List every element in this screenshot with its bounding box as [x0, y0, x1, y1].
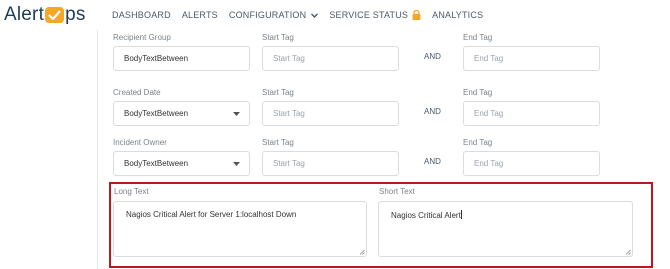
created-date-label: Created Date [113, 88, 161, 97]
main-nav: DASHBOARD ALERTS CONFIGURATION SERVICE S… [112, 0, 494, 30]
incident-owner-value: BodyTextBetween [124, 159, 189, 168]
long-text-textarea[interactable]: Nagios Critical Alert for Server 1:local… [113, 201, 367, 257]
incident-owner-end-tag-input[interactable]: End Tag [463, 151, 600, 176]
caret-down-icon [233, 112, 240, 116]
logo-text-alert: Alert [4, 4, 45, 25]
lock-icon [412, 10, 421, 20]
long-text-label: Long Text [114, 187, 149, 196]
short-text-textarea[interactable]: Nagios Critical Alert [378, 201, 633, 257]
alertops-logo[interactable]: Alert ps [4, 5, 86, 25]
end-tag-label: End Tag [463, 33, 493, 42]
nav-service-status-label: SERVICE STATUS [329, 10, 409, 20]
nav-configuration-label: CONFIGURATION [228, 10, 307, 20]
sidebar [0, 30, 98, 269]
incident-owner-label: Incident Owner [113, 138, 167, 147]
nav-configuration[interactable]: CONFIGURATION [228, 10, 319, 20]
nav-analytics[interactable]: ANALYTICS [432, 10, 483, 20]
long-text-value: Nagios Critical Alert for Server 1:local… [126, 210, 297, 219]
caret-down-icon [233, 162, 240, 166]
start-tag-label: Start Tag [262, 33, 294, 42]
resize-handle-icon[interactable] [625, 249, 631, 255]
chevron-down-icon [311, 12, 319, 18]
recipient-group-field[interactable]: BodyTextBetween [113, 46, 250, 71]
nav-service-status[interactable]: SERVICE STATUS [329, 10, 421, 20]
logo-text-ps: ps [65, 4, 86, 25]
short-text-value: Nagios Critical Alert [391, 211, 461, 220]
start-tag-label: Start Tag [262, 88, 294, 97]
incident-owner-select[interactable]: BodyTextBetween [113, 151, 250, 176]
start-tag-placeholder: Start Tag [273, 159, 305, 168]
created-date-start-tag-input[interactable]: Start Tag [262, 101, 399, 126]
start-tag-placeholder: Start Tag [273, 54, 305, 63]
and-label: AND [424, 52, 441, 61]
end-tag-placeholder: End Tag [474, 159, 504, 168]
incident-owner-start-tag-input[interactable]: Start Tag [262, 151, 399, 176]
nav-dashboard[interactable]: DASHBOARD [112, 10, 171, 20]
nav-alerts[interactable]: ALERTS [182, 10, 218, 20]
end-tag-placeholder: End Tag [474, 54, 504, 63]
recipient-group-value: BodyTextBetween [124, 54, 189, 63]
and-label: AND [424, 157, 441, 166]
resize-handle-icon[interactable] [359, 249, 365, 255]
end-tag-placeholder: End Tag [474, 109, 504, 118]
start-tag-placeholder: Start Tag [273, 109, 305, 118]
end-tag-label: End Tag [463, 88, 493, 97]
recipient-group-end-tag-input[interactable]: End Tag [463, 46, 600, 71]
created-date-select[interactable]: BodyTextBetween [113, 101, 250, 126]
created-date-end-tag-input[interactable]: End Tag [463, 101, 600, 126]
created-date-value: BodyTextBetween [124, 109, 189, 118]
check-badge-icon [45, 7, 65, 23]
recipient-group-start-tag-input[interactable]: Start Tag [262, 46, 399, 71]
recipient-group-label: Recipient Group [113, 33, 171, 42]
short-text-label: Short Text [379, 187, 415, 196]
end-tag-label: End Tag [463, 138, 493, 147]
start-tag-label: Start Tag [262, 138, 294, 147]
top-navigation-bar: Alert ps DASHBOARD ALERTS CONFIGURATION … [0, 0, 670, 30]
and-label: AND [424, 107, 441, 116]
text-cursor [460, 210, 462, 219]
